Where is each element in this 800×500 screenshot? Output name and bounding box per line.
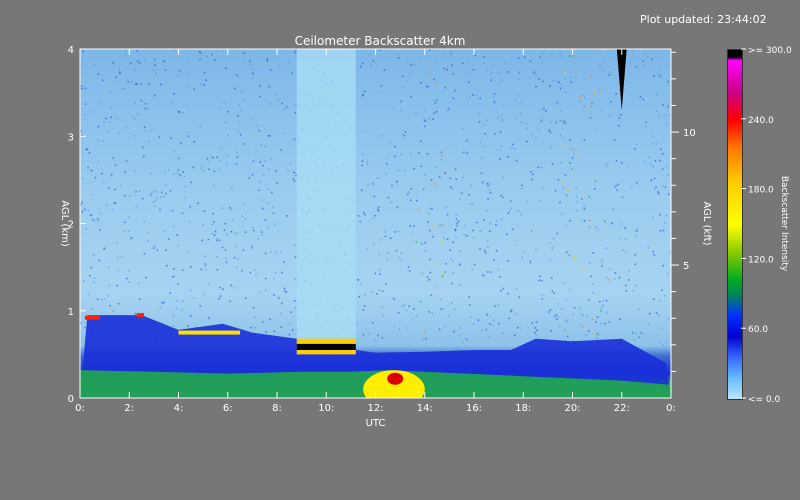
colorbar-tick-label: 180.0 [748,186,774,196]
colorbar-tick-label: 240.0 [748,116,774,126]
x-tick-label: 16: [466,403,482,414]
plot-frame-border [79,48,672,399]
x-tick-label: 12: [367,403,383,414]
x-tick-label: 6: [223,403,233,414]
x-axis-label: UTC [366,418,386,429]
y-right-tick-label: 10 [683,128,696,139]
x-tick-label: 18: [515,403,531,414]
y-left-tick-label: 0 [68,394,74,405]
y-left-tick-label: 1 [68,307,74,318]
x-tick-label: 14: [417,403,433,414]
x-tick-label: 10: [318,403,334,414]
y-right-tick-label: 5 [683,261,689,272]
x-tick-label: 22: [614,403,630,414]
y-left-axis-label: AGL (km) [59,200,70,247]
x-tick-label: 4: [174,403,184,414]
x-tick-label: 0: [666,403,676,414]
x-tick-label: 20: [564,403,580,414]
x-tick-label: 8: [272,403,282,414]
colorbar-label: Backscatter Intensity [779,176,789,272]
colorbar-tick-label: 120.0 [748,255,774,265]
colorbar-tick-label: >= 300.0 [748,46,792,56]
y-right-axis-label: AGL (kft) [701,201,712,245]
y-left-tick-label: 4 [68,45,74,56]
x-tick-label: 0: [75,403,85,414]
colorbar-tick-label: 60.0 [748,325,768,335]
colorbar-tick-label: <= 0.0 [748,395,781,405]
y-left-tick-label: 3 [68,132,74,143]
x-tick-label: 2: [124,403,134,414]
axes-svg: 0: 2: 4: 6: 8: 10: 12: 14: 16: 18: 20: 22: 0:UTC0123… [59,45,792,429]
